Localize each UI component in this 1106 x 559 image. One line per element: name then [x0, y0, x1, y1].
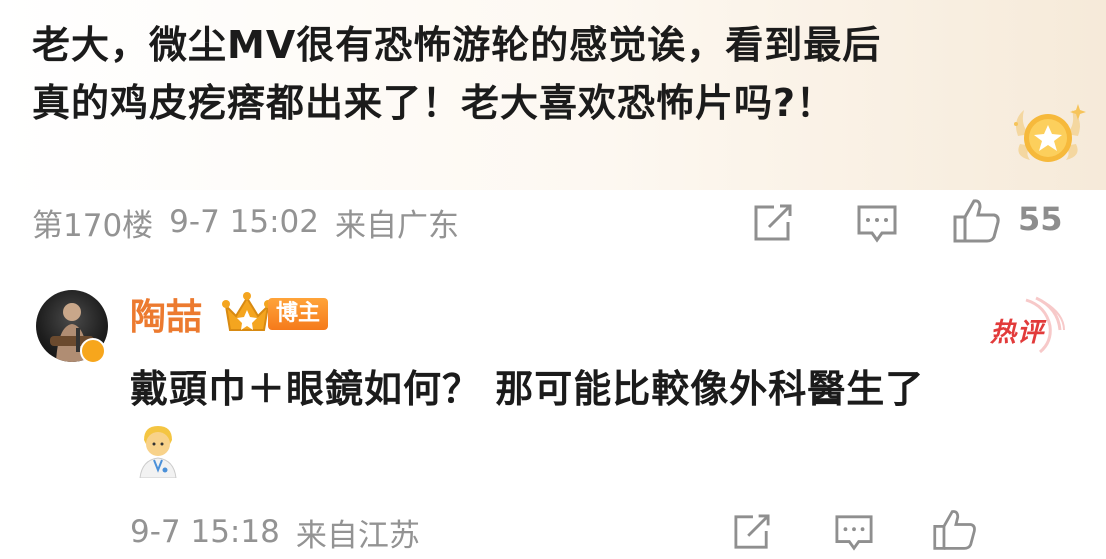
floor-number: 第170楼 [32, 207, 154, 244]
share-button[interactable] [752, 204, 794, 242]
share-icon [754, 204, 792, 241]
comment-text-line2: 真的鸡皮疙瘩都出来了！老大喜欢恐怖片吗?！ [32, 81, 836, 125]
like-count: 55 [1018, 200, 1063, 238]
reply-share-button[interactable] [732, 514, 772, 550]
share-icon [734, 514, 770, 549]
comment-location: 来自广东 [335, 207, 459, 244]
doctor-emoji-icon [139, 426, 177, 478]
like-icon [933, 510, 976, 550]
reply-location: 来自江苏 [295, 517, 420, 554]
comment-icon [835, 515, 873, 551]
reply-comment-button[interactable] [834, 514, 874, 552]
medal-icon [1014, 104, 1086, 162]
reply-username[interactable]: 陶喆 [130, 288, 202, 340]
comment-time: 9-7 15:02 [169, 204, 319, 240]
comment-icon [857, 205, 897, 243]
crown-icon [222, 292, 272, 331]
hot-label: 热评 [990, 318, 1045, 348]
comment-button[interactable] [856, 204, 898, 244]
comment-text-line1: 老大，微尘MV很有恐怖游轮的感觉诶，看到最后 [32, 23, 882, 67]
like-button[interactable] [952, 198, 1002, 244]
like-icon [953, 199, 1000, 243]
comment-text: 老大，微尘MV很有恐怖游轮的感觉诶，看到最后 真的鸡皮疙瘩都出来了！老大喜欢恐怖… [32, 16, 1032, 132]
comment-meta: 第170楼 9-7 15:02 来自广东 [32, 196, 475, 248]
reply-time: 9-7 15:18 [130, 514, 280, 550]
reply-like-button[interactable] [932, 508, 978, 552]
reply-meta: 9-7 15:18 来自江苏 [130, 508, 436, 556]
reply-text: 戴頭巾＋眼鏡如何？ 那可能比較像外科醫生了 [130, 367, 925, 411]
blogger-tag: 博主 [268, 298, 329, 330]
verified-badge-icon [80, 338, 106, 364]
